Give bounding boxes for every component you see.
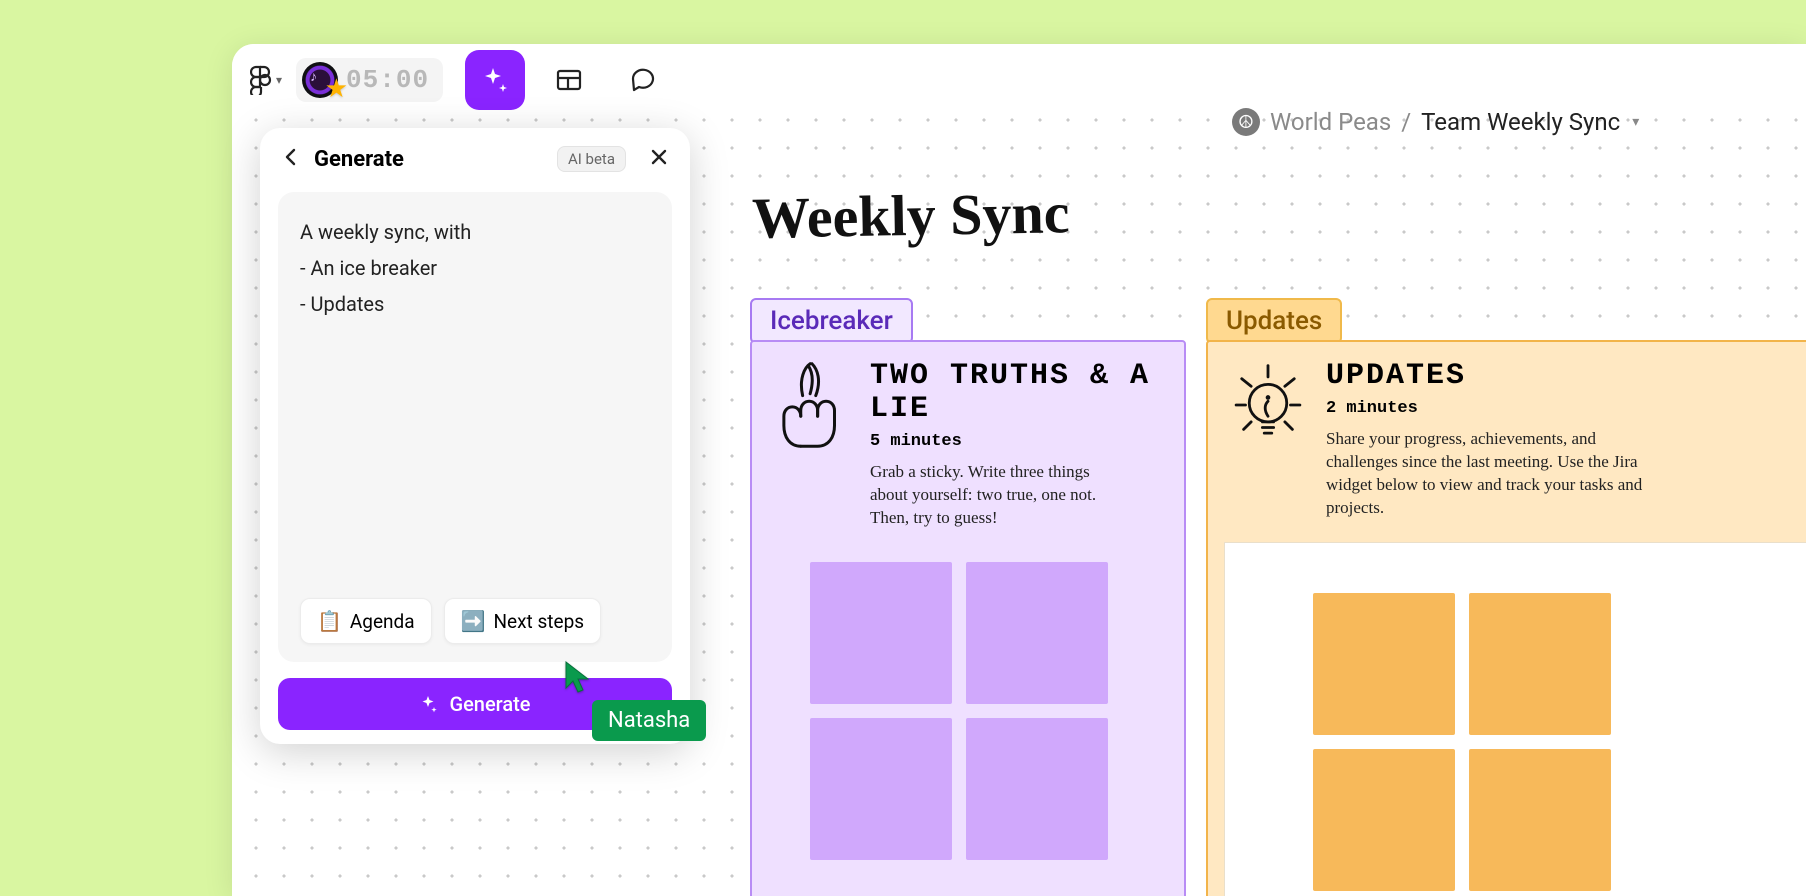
- sticky-note[interactable]: [1469, 593, 1611, 735]
- updates-duration: 2 minutes: [1326, 399, 1666, 418]
- clipboard-icon: 📋: [317, 609, 342, 633]
- star-icon: ★: [325, 74, 348, 104]
- fingers-crossed-icon: [772, 360, 852, 450]
- comment-tool-button[interactable]: [613, 50, 673, 110]
- team-avatar-icon: ☮: [1232, 108, 1260, 136]
- ai-panel-header: Generate AI beta: [260, 128, 690, 186]
- section-frame-updates[interactable]: UPDATES 2 minutes Share your progress, a…: [1206, 340, 1806, 896]
- sticky-note[interactable]: [966, 718, 1108, 860]
- app-logo[interactable]: ▾: [250, 65, 282, 95]
- sticky-note[interactable]: [810, 718, 952, 860]
- section-tab-updates[interactable]: Updates: [1206, 298, 1342, 344]
- music-note-icon: ♪: [310, 68, 317, 85]
- updates-heading: UPDATES: [1326, 360, 1666, 393]
- sticky-note[interactable]: [1469, 749, 1611, 891]
- remote-cursor-label: Natasha: [592, 700, 706, 741]
- layout-tool-button[interactable]: [539, 50, 599, 110]
- breadcrumb-separator: /: [1401, 108, 1411, 136]
- icebreaker-duration: 5 minutes: [870, 432, 1164, 451]
- breadcrumb-team: World Peas: [1270, 108, 1391, 136]
- timer-value: 05:00: [346, 65, 429, 95]
- toolbar: ▾ ♪ ★ 05:00: [232, 44, 1806, 116]
- frame-header: UPDATES 2 minutes Share your progress, a…: [1208, 342, 1806, 530]
- frame-header: TWO TRUTHS & A LIE 5 minutes Grab a stic…: [752, 342, 1184, 540]
- ai-generate-panel: Generate AI beta A weekly sync, with - A…: [260, 128, 690, 744]
- sticky-note[interactable]: [810, 562, 952, 704]
- icebreaker-description: Grab a sticky. Write three things about …: [870, 461, 1130, 530]
- frame-text: UPDATES 2 minutes Share your progress, a…: [1326, 360, 1666, 520]
- breadcrumb-file: Team Weekly Sync: [1421, 108, 1620, 136]
- timer-widget[interactable]: ♪ ★ 05:00: [296, 58, 443, 102]
- ai-panel-title: Generate: [314, 147, 543, 172]
- chip-label: Next steps: [494, 610, 585, 633]
- chevron-down-icon[interactable]: ▾: [1632, 114, 1639, 130]
- sparkle-icon: [419, 694, 439, 714]
- remote-cursor: [564, 660, 590, 694]
- breadcrumb[interactable]: ☮ World Peas / Team Weekly Sync ▾: [1232, 108, 1639, 136]
- board-title[interactable]: Weekly Sync: [751, 179, 1070, 252]
- updates-inner-panel: [1224, 542, 1806, 896]
- sticky-note[interactable]: [1313, 593, 1455, 735]
- prompt-card: A weekly sync, with - An ice breaker - U…: [278, 192, 672, 662]
- chip-label: Agenda: [350, 610, 415, 633]
- updates-description: Share your progress, achievements, and c…: [1326, 428, 1666, 520]
- back-icon[interactable]: [282, 147, 300, 172]
- close-icon[interactable]: [650, 147, 668, 172]
- frame-text: TWO TRUTHS & A LIE 5 minutes Grab a stic…: [870, 360, 1164, 530]
- ai-beta-badge: AI beta: [557, 146, 626, 172]
- chevron-down-icon: ▾: [276, 73, 282, 87]
- sticky-grid-icebreaker: [752, 540, 1184, 860]
- section-frame-icebreaker[interactable]: TWO TRUTHS & A LIE 5 minutes Grab a stic…: [750, 340, 1186, 896]
- vinyl-icon: ♪ ★: [302, 62, 338, 98]
- ai-tool-button[interactable]: [465, 50, 525, 110]
- suggestion-chips: 📋 Agenda ➡️ Next steps: [300, 598, 650, 644]
- prompt-textarea[interactable]: A weekly sync, with - An ice breaker - U…: [300, 214, 650, 584]
- chip-agenda[interactable]: 📋 Agenda: [300, 598, 432, 644]
- viewport: ▾ ♪ ★ 05:00: [0, 0, 1806, 896]
- generate-button-label: Generate: [449, 692, 530, 716]
- lightbulb-icon: [1228, 360, 1308, 450]
- sticky-note[interactable]: [966, 562, 1108, 704]
- sticky-grid-updates: [1261, 571, 1806, 891]
- section-tab-icebreaker[interactable]: Icebreaker: [750, 298, 913, 344]
- icebreaker-heading: TWO TRUTHS & A LIE: [870, 360, 1164, 426]
- arrow-right-icon: ➡️: [461, 609, 486, 633]
- chip-next-steps[interactable]: ➡️ Next steps: [444, 598, 601, 644]
- sticky-note[interactable]: [1313, 749, 1455, 891]
